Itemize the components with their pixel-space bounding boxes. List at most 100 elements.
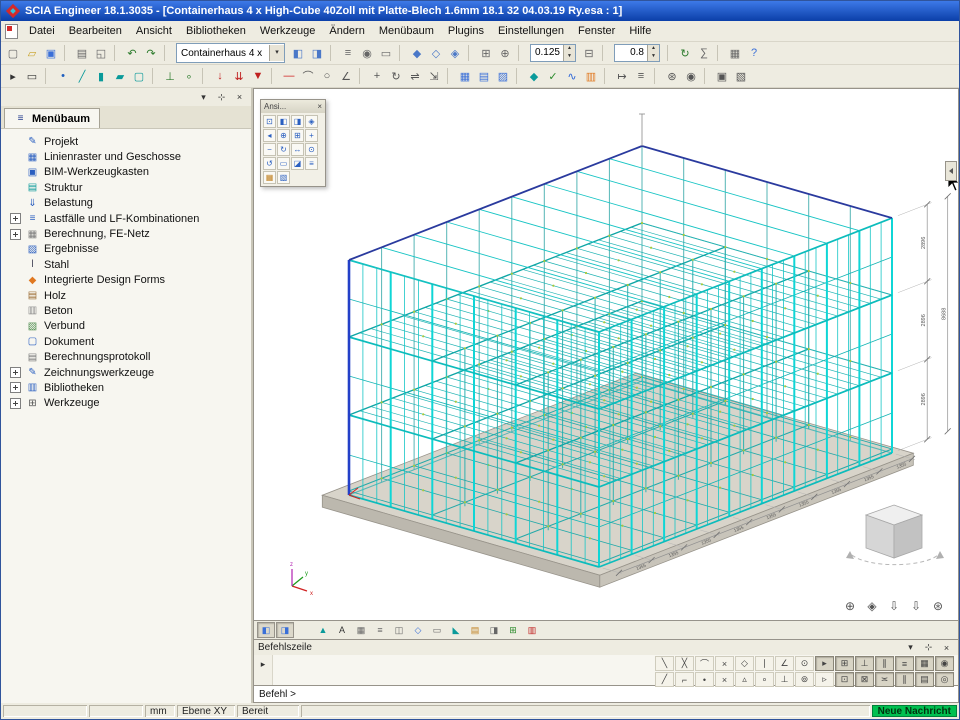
toolbar-button[interactable]: ▦ — [456, 67, 474, 85]
toolbar-button[interactable] — [667, 45, 672, 61]
viewport-tab-button[interactable]: ▭ — [428, 622, 446, 638]
snap-button[interactable]: ⊞ — [835, 656, 854, 671]
toolbar-button[interactable] — [654, 68, 659, 84]
toolbar-button[interactable]: ◆ — [525, 67, 543, 85]
viewport-tab-button[interactable]: ≡ — [371, 622, 389, 638]
view-toolbar-button[interactable]: ≡ — [305, 157, 318, 170]
viewport-tab-button[interactable] — [295, 622, 313, 638]
toolbar-button[interactable] — [271, 68, 276, 84]
view-toolbar-button[interactable]: ↔ — [291, 143, 304, 156]
toolbar-button[interactable]: + — [368, 67, 386, 85]
project-combobox[interactable]: Containerhaus 4 x ▾ — [176, 43, 285, 63]
toolbar-button[interactable] — [516, 68, 521, 84]
view-toolbar-button[interactable]: − — [263, 143, 276, 156]
tree-expander-icon[interactable] — [10, 398, 21, 409]
toolbar-button[interactable]: ↓ — [211, 67, 229, 85]
menu-item[interactable]: Werkzeuge — [253, 23, 322, 39]
toolbar-button[interactable]: ▤ — [475, 67, 493, 85]
toolbar-button[interactable]: ▭ — [23, 67, 41, 85]
tree-item[interactable]: ▣ BIM-Werkzeugkasten — [1, 165, 251, 180]
toolbar-button[interactable]: ⇊ — [230, 67, 248, 85]
viewport-tool-icon[interactable]: ⊕ — [843, 599, 857, 613]
collapse-chevron-icon[interactable]: ▾ — [903, 640, 918, 655]
toolbar-button[interactable]: ⇌ — [406, 67, 424, 85]
snap-button[interactable]: • — [695, 672, 714, 687]
toolbar-button[interactable]: ▢ — [4, 44, 22, 62]
view-toolbar-button[interactable]: ◈ — [305, 115, 318, 128]
spin-down-icon[interactable]: ▼ — [564, 53, 575, 61]
command-panel-header[interactable]: Befehlszeile ▾⊹× — [254, 640, 958, 655]
toolbar-button[interactable]: ▮ — [92, 67, 110, 85]
view-toolbar-button[interactable]: ⊕ — [277, 129, 290, 142]
toolbar-button[interactable]: ⊛ — [663, 67, 681, 85]
tree-expander-icon[interactable] — [10, 367, 21, 378]
menu-item[interactable]: Ansicht — [129, 23, 179, 39]
toolbar-button[interactable]: ⌒ — [299, 67, 317, 85]
panel-collapse-handle[interactable] — [945, 161, 957, 181]
menu-item[interactable]: Einstellungen — [491, 23, 571, 39]
menu-item[interactable]: Fenster — [571, 23, 622, 39]
toolbar-button[interactable]: ◉ — [682, 67, 700, 85]
toolbar-button[interactable] — [330, 45, 335, 61]
toolbar-button[interactable] — [359, 68, 364, 84]
snap-button[interactable]: ∥ — [875, 656, 894, 671]
3d-scene[interactable]: 2896289628968688135513551355135513551355… — [254, 89, 959, 621]
snap-button[interactable]: ⊥ — [855, 656, 874, 671]
toolbar-button[interactable]: ◉ — [358, 44, 376, 62]
menu-item[interactable]: Bearbeiten — [62, 23, 129, 39]
snap-button[interactable]: ∠ — [775, 656, 794, 671]
viewport-tab-button[interactable]: A — [333, 622, 351, 638]
view-toolbar-button[interactable]: ▦ — [263, 171, 276, 184]
toolbar-button[interactable]: ⊟ — [580, 44, 598, 62]
viewport-tab-button[interactable]: ◨ — [276, 622, 294, 638]
toolbar-button[interactable]: ⊞ — [477, 44, 495, 62]
viewport-tab-button[interactable]: ◫ — [390, 622, 408, 638]
tree-expander-icon[interactable] — [10, 382, 21, 393]
toolbar-button[interactable] — [602, 45, 607, 61]
viewport-tab-button[interactable]: ▦ — [352, 622, 370, 638]
toolbar-button[interactable] — [164, 45, 169, 61]
toolbar-button[interactable] — [399, 45, 404, 61]
toolbar-button[interactable]: ◱ — [92, 44, 110, 62]
view-toolbar-button[interactable]: + — [305, 129, 318, 142]
tree-expander-icon[interactable] — [10, 229, 21, 240]
toolbar-button[interactable]: ≡ — [632, 67, 650, 85]
toolbar-button[interactable]: • — [54, 67, 72, 85]
view-toolbar-button[interactable]: ⊡ — [263, 115, 276, 128]
snap-button[interactable]: ⊥ — [775, 672, 794, 687]
toolbar-button[interactable]: ◈ — [446, 44, 464, 62]
toolbar-button[interactable]: ∑ — [695, 44, 713, 62]
view-toolbar-button[interactable]: ◨ — [291, 115, 304, 128]
toolbar-button[interactable]: ∿ — [563, 67, 581, 85]
toolbar-button[interactable] — [717, 45, 722, 61]
tree-item[interactable]: ▧ Verbund — [1, 319, 251, 334]
tree-item[interactable]: ▢ Dokument — [1, 334, 251, 349]
toolbar-button[interactable] — [704, 68, 709, 84]
snap-button[interactable]: ◇ — [735, 656, 754, 671]
snap-button[interactable]: ▦ — [915, 656, 934, 671]
tree-item[interactable]: ◆ Integrierte Design Forms — [1, 273, 251, 288]
viewport-tab-button[interactable]: ▤ — [466, 622, 484, 638]
toolbar-button[interactable]: ⊕ — [496, 44, 514, 62]
tree-item[interactable]: ▥ Bibliotheken — [1, 380, 251, 395]
tree-item[interactable]: ≡ Lastfälle und LF-Kombinationen — [1, 211, 251, 226]
spin-up-icon[interactable]: ▲ — [648, 45, 659, 53]
tree-item[interactable]: ▦ Linienraster und Geschosse — [1, 149, 251, 164]
scale-spinner[interactable]: 0.125 ▲▼ — [530, 44, 576, 62]
view-toolbar-button[interactable]: ▧ — [277, 171, 290, 184]
snap-button[interactable]: ╱ — [655, 672, 674, 687]
view-toolbar-button[interactable]: ◧ — [277, 115, 290, 128]
opacity-spinner[interactable]: 0.8 ▲▼ — [614, 44, 660, 62]
toolbar-button[interactable]: ∠ — [337, 67, 355, 85]
tree-item[interactable]: ✎ Zeichnungswerkzeuge — [1, 365, 251, 380]
viewport-tab-button[interactable]: ⊞ — [504, 622, 522, 638]
toolbar-button[interactable]: ◆ — [408, 44, 426, 62]
menu-item[interactable]: Bibliotheken — [179, 23, 253, 39]
toolbar-button[interactable]: ↻ — [676, 44, 694, 62]
view-toolbar-button[interactable]: ⊙ — [305, 143, 318, 156]
snap-button[interactable]: ◎ — [935, 672, 954, 687]
viewport-tab-button[interactable]: ◇ — [409, 622, 427, 638]
snap-button[interactable]: ▹ — [815, 672, 834, 687]
menu-item[interactable]: Menübaum — [372, 23, 441, 39]
pin-icon[interactable]: ⊹ — [921, 640, 936, 655]
